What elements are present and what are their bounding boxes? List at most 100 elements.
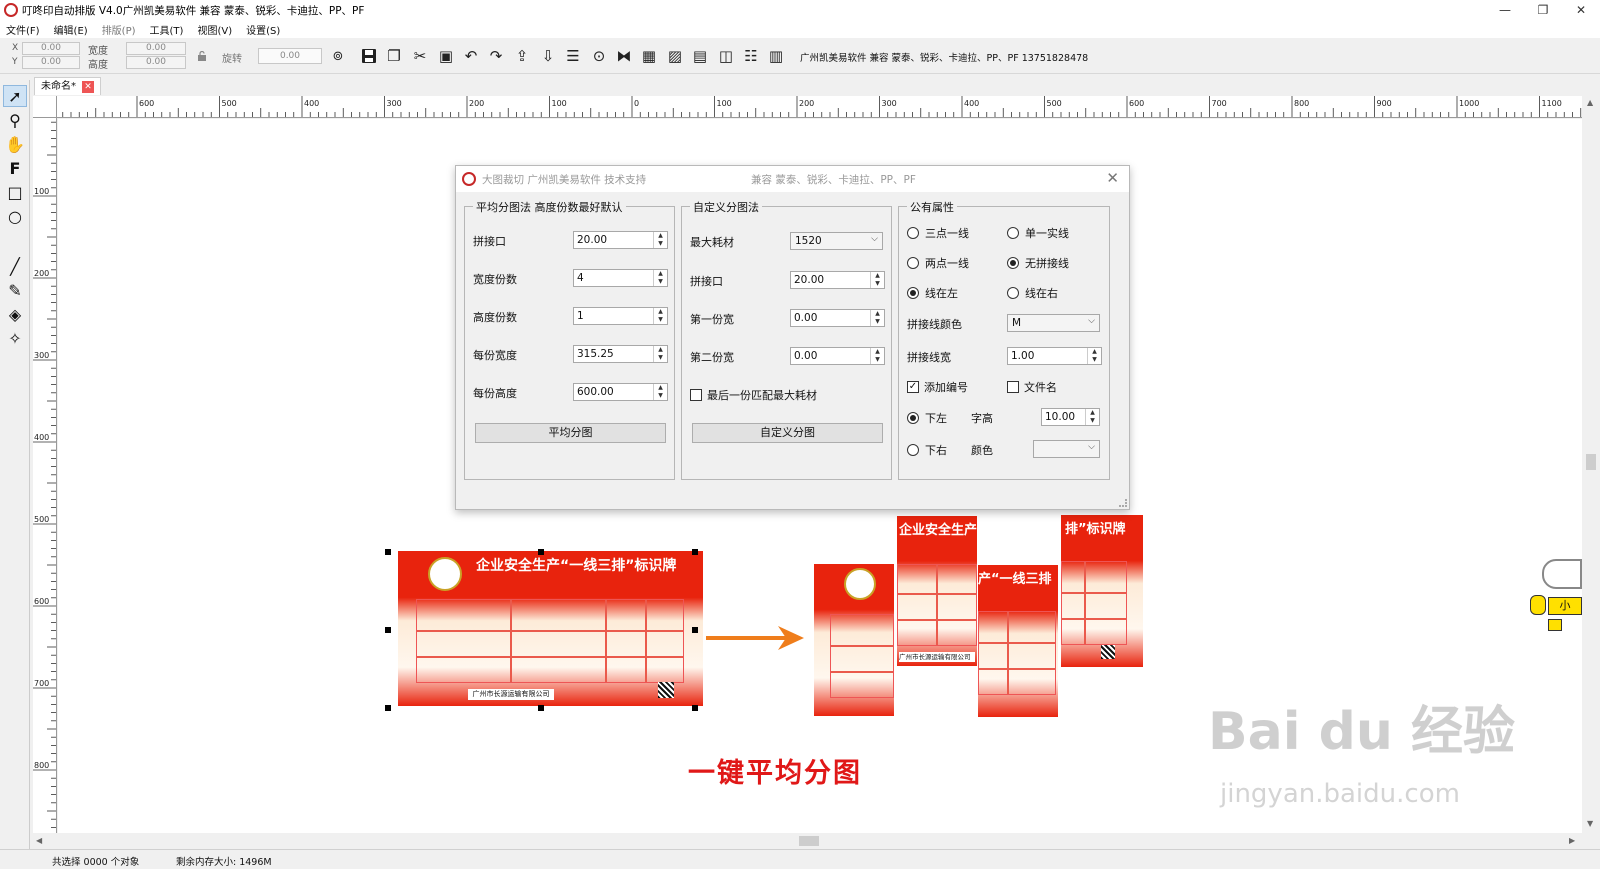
seam-color-select[interactable]: M ⌵ bbox=[1007, 314, 1100, 332]
resize-grip-icon[interactable] bbox=[1119, 499, 1127, 507]
restore-button[interactable]: ❐ bbox=[1524, 0, 1562, 20]
redo-icon[interactable]: ↷ bbox=[486, 46, 506, 66]
vertical-scrollbar[interactable]: ▲ ▼ bbox=[1582, 96, 1600, 833]
last-match-checkbox[interactable]: 最后一份匹配最大耗材 bbox=[690, 387, 817, 403]
radio-no-seam[interactable]: 无拼接线 bbox=[1007, 255, 1069, 271]
image-icon[interactable]: ▨ bbox=[665, 46, 685, 66]
align-left-icon[interactable]: ☰ bbox=[563, 46, 583, 66]
import-icon[interactable]: ⇩ bbox=[538, 46, 558, 66]
custom-split-button[interactable]: 自定义分图 bbox=[692, 423, 883, 443]
select-tool-icon[interactable]: ➚ bbox=[3, 85, 27, 107]
scroll-left-icon[interactable]: ◀ bbox=[36, 836, 42, 845]
piece-height-input[interactable]: 600.00 ▲ ▼ bbox=[573, 383, 668, 401]
selection-handle[interactable] bbox=[692, 549, 698, 555]
zoom-tool-icon[interactable]: ⚲ bbox=[3, 109, 27, 131]
magic-wand-tool-icon[interactable]: ✧ bbox=[3, 327, 27, 349]
dialog-close-icon[interactable]: ✕ bbox=[1106, 169, 1119, 187]
text-tool-icon[interactable]: F bbox=[3, 157, 27, 179]
selection-handle[interactable] bbox=[538, 549, 544, 555]
horizontal-scroll-thumb[interactable] bbox=[799, 836, 819, 846]
rotate-90-icon[interactable]: ⊚ bbox=[328, 46, 348, 66]
export-icon[interactable]: ⇪ bbox=[512, 46, 532, 66]
split-piece-4[interactable]: 排”标识牌 bbox=[1061, 515, 1143, 667]
tab-untitled[interactable]: 未命名* ✕ bbox=[34, 77, 101, 95]
width-input[interactable]: 0.00 bbox=[126, 42, 186, 55]
menu-view[interactable]: 视图(V) bbox=[197, 22, 232, 37]
max-material-select[interactable]: 1520 ⌵ bbox=[790, 232, 883, 250]
radio-line-right[interactable]: 线在右 bbox=[1007, 285, 1058, 301]
menu-file[interactable]: 文件(F) bbox=[6, 22, 40, 37]
y-input[interactable]: 0.00 bbox=[22, 56, 80, 69]
height-count-input[interactable]: 1 ▲ ▼ bbox=[573, 307, 668, 325]
x-input[interactable]: 0.00 bbox=[22, 42, 80, 55]
menu-layout[interactable]: 排版(P) bbox=[102, 22, 136, 37]
mirror-icon[interactable]: ⧓ bbox=[614, 46, 634, 66]
split-piece-3[interactable]: 产“一线三排 bbox=[978, 565, 1058, 717]
split-piece-1[interactable] bbox=[814, 564, 894, 716]
scroll-down-icon[interactable]: ▼ bbox=[1587, 819, 1593, 828]
filename-checkbox[interactable]: 文件名 bbox=[1007, 379, 1057, 395]
width-count-input[interactable]: 4 ▲ ▼ bbox=[573, 269, 668, 287]
spin-arrows-icon[interactable]: ▲ ▼ bbox=[653, 384, 667, 400]
spin-arrows-icon[interactable]: ▲ ▼ bbox=[1087, 348, 1101, 364]
paste-icon[interactable]: ▣ bbox=[436, 46, 456, 66]
lock-icon[interactable] bbox=[197, 51, 207, 61]
rectangle-tool-icon[interactable]: □ bbox=[3, 181, 27, 203]
split-piece-2[interactable]: 企业安全生产 广州市长源运输有限公司 bbox=[897, 516, 977, 666]
selection-handle[interactable] bbox=[385, 549, 391, 555]
save-icon[interactable] bbox=[359, 46, 379, 66]
average-split-button[interactable]: 平均分图 bbox=[475, 423, 666, 443]
line-tool-icon[interactable]: ╱ bbox=[3, 255, 27, 277]
spin-arrows-icon[interactable]: ▲ ▼ bbox=[870, 272, 884, 288]
spin-arrows-icon[interactable]: ▲ ▼ bbox=[653, 308, 667, 324]
first-width-input[interactable]: 0.00 ▲ ▼ bbox=[790, 309, 885, 327]
menu-tools[interactable]: 工具(T) bbox=[150, 22, 184, 37]
minimize-button[interactable]: — bbox=[1486, 0, 1524, 20]
vertical-scroll-thumb[interactable] bbox=[1586, 454, 1596, 470]
horizontal-scrollbar[interactable]: ◀ ▶ bbox=[33, 833, 1582, 849]
add-number-checkbox[interactable]: ✓ 添加编号 bbox=[907, 379, 968, 395]
radio-line-left[interactable]: 线在左 bbox=[907, 285, 958, 301]
tab-close-icon[interactable]: ✕ bbox=[82, 80, 94, 93]
spin-arrows-icon[interactable]: ▲ ▼ bbox=[870, 348, 884, 364]
height-input[interactable]: 0.00 bbox=[126, 56, 186, 69]
rotate-input[interactable]: 0.00 bbox=[258, 48, 322, 64]
spin-arrows-icon[interactable]: ▲ ▼ bbox=[1085, 409, 1099, 425]
layout-icon[interactable]: ▤ bbox=[690, 46, 710, 66]
ellipse-tool-icon[interactable]: ○ bbox=[3, 205, 27, 227]
pan-tool-icon[interactable]: ✋ bbox=[3, 133, 27, 155]
radio-bottom-left[interactable]: 下左 bbox=[907, 410, 947, 426]
fill-tool-icon[interactable]: ◈ bbox=[3, 303, 27, 325]
eyedropper-tool-icon[interactable]: ✎ bbox=[3, 279, 27, 301]
second-width-input[interactable]: 0.00 ▲ ▼ bbox=[790, 347, 885, 365]
menu-settings[interactable]: 设置(S) bbox=[246, 22, 280, 37]
spin-arrows-icon[interactable]: ▲ ▼ bbox=[653, 232, 667, 248]
spin-arrows-icon[interactable]: ▲ ▼ bbox=[653, 346, 667, 362]
distribute-icon[interactable]: ☷ bbox=[741, 46, 761, 66]
grid-icon[interactable]: ▦ bbox=[639, 46, 659, 66]
copy-icon[interactable]: ❐ bbox=[384, 46, 404, 66]
cut-icon[interactable]: ✂ bbox=[410, 46, 430, 66]
custom-seam-input[interactable]: 20.00 ▲ ▼ bbox=[790, 271, 885, 289]
selection-handle[interactable] bbox=[692, 627, 698, 633]
seam-input[interactable]: 20.00 ▲ ▼ bbox=[573, 231, 668, 249]
spin-arrows-icon[interactable]: ▲ ▼ bbox=[653, 270, 667, 286]
selection-handle[interactable] bbox=[385, 627, 391, 633]
radio-single-line[interactable]: 单一实线 bbox=[1007, 225, 1069, 241]
undo-icon[interactable]: ↶ bbox=[461, 46, 481, 66]
selection-handle[interactable] bbox=[385, 705, 391, 711]
selection-handle[interactable] bbox=[692, 705, 698, 711]
original-sign-image[interactable]: 企业安全生产“一线三排”标识牌 广州市长源运输有限公司 bbox=[398, 551, 703, 706]
seam-width-input[interactable]: 1.00 ▲ ▼ bbox=[1007, 347, 1102, 365]
radio-bottom-right[interactable]: 下右 bbox=[907, 442, 947, 458]
split-icon[interactable]: ◫ bbox=[716, 46, 736, 66]
close-button[interactable]: ✕ bbox=[1562, 0, 1600, 20]
radio-three-point[interactable]: 三点一线 bbox=[907, 225, 969, 241]
scroll-right-icon[interactable]: ▶ bbox=[1569, 836, 1575, 845]
font-height-input[interactable]: 10.00 ▲ ▼ bbox=[1041, 408, 1100, 426]
selection-handle[interactable] bbox=[538, 705, 544, 711]
piece-width-input[interactable]: 315.25 ▲ ▼ bbox=[573, 345, 668, 363]
scroll-up-icon[interactable]: ▲ bbox=[1587, 98, 1593, 107]
number-color-select[interactable]: ⌵ bbox=[1033, 440, 1100, 458]
menu-edit[interactable]: 编辑(E) bbox=[54, 22, 88, 37]
